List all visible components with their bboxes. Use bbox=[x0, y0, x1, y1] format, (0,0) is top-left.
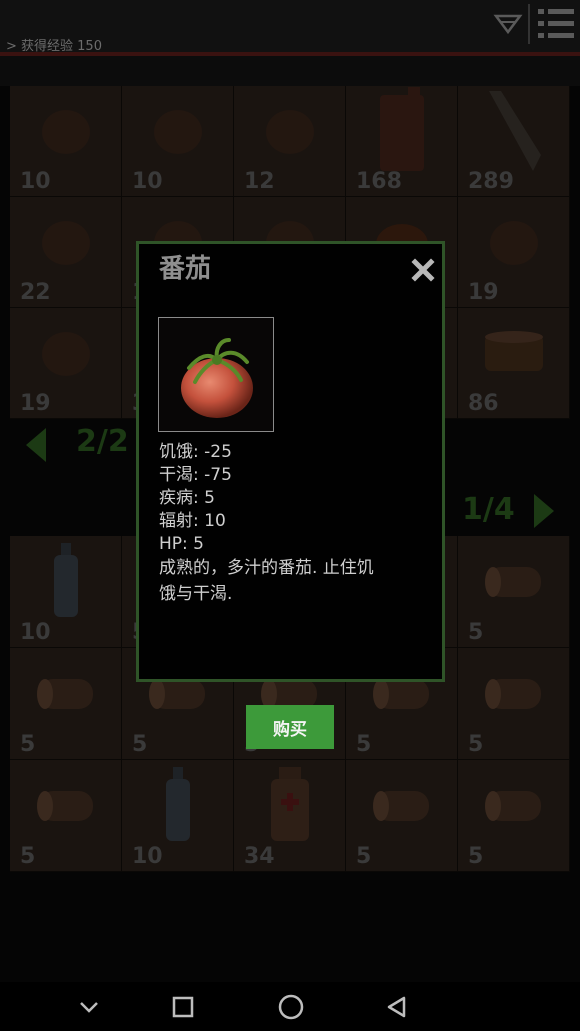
item-count: 5 bbox=[356, 844, 372, 869]
bandage-roll-icon bbox=[479, 781, 549, 833]
item-stats: 饥饿: -25 干渴: -75 疾病: 5 辐射: 10 HP: 5 bbox=[159, 441, 232, 556]
menu-list-icon[interactable] bbox=[536, 6, 576, 46]
item-count: 5 bbox=[20, 844, 36, 869]
inventory-slot[interactable]: 5 bbox=[346, 760, 458, 872]
inventory-slot[interactable]: 289 bbox=[458, 86, 570, 197]
bandage-roll-icon bbox=[31, 781, 101, 833]
inventory-slot[interactable]: 22 bbox=[10, 197, 122, 308]
item-count: 34 bbox=[244, 844, 275, 869]
close-icon[interactable] bbox=[411, 258, 435, 282]
item-count: 5 bbox=[132, 732, 148, 757]
item-count: 22 bbox=[20, 280, 51, 305]
next-page-arrow-icon[interactable] bbox=[534, 494, 554, 528]
item-count: 168 bbox=[356, 169, 402, 194]
chevron-down-icon[interactable] bbox=[76, 994, 102, 1020]
inventory-slot[interactable]: 5 bbox=[458, 648, 570, 760]
item-count: 10 bbox=[20, 169, 51, 194]
prev-page-arrow-icon[interactable] bbox=[26, 428, 46, 462]
inventory-slot[interactable]: 5 bbox=[458, 536, 570, 648]
item-count: 289 bbox=[468, 169, 514, 194]
inventory-slot[interactable]: 86 bbox=[458, 308, 570, 419]
crate-icon bbox=[36, 211, 96, 275]
bandage-roll-icon bbox=[479, 669, 549, 721]
inventory-slot[interactable]: 5 bbox=[10, 760, 122, 872]
inventory-slot[interactable]: 10 bbox=[122, 760, 234, 872]
mushroom-cluster-icon bbox=[484, 211, 544, 275]
bottle-icon bbox=[46, 541, 86, 625]
coat-icon bbox=[148, 100, 208, 164]
item-detail-dialog: 番茄 饥饿: -25 干渴: -75 疾病: 5 辐射: 10 HP: 5 成熟的，多汁… bbox=[136, 241, 445, 682]
inventory-slot[interactable]: 12 bbox=[234, 86, 346, 197]
inventory-slot[interactable]: 10 bbox=[10, 86, 122, 197]
bottle-icon bbox=[158, 765, 198, 849]
item-count: 19 bbox=[20, 391, 51, 416]
item-count: 19 bbox=[468, 280, 499, 305]
back-triangle-icon[interactable] bbox=[384, 994, 410, 1020]
inventory-slot[interactable]: 19 bbox=[10, 308, 122, 419]
stat-line: HP: 5 bbox=[159, 534, 204, 554]
item-count: 5 bbox=[468, 732, 484, 757]
item-count: 5 bbox=[20, 732, 36, 757]
item-count: 12 bbox=[244, 169, 275, 194]
item-title: 番茄 bbox=[159, 254, 212, 284]
tin-can-icon bbox=[479, 327, 549, 381]
inventory-slot[interactable]: 10 bbox=[10, 536, 122, 648]
item-count: 10 bbox=[132, 844, 163, 869]
bandage-roll-icon bbox=[31, 669, 101, 721]
item-count: 86 bbox=[468, 391, 499, 416]
system-nav-bar bbox=[0, 982, 580, 1031]
stat-line: 干渴: -75 bbox=[159, 465, 232, 485]
stat-line: 饥饿: -25 bbox=[159, 442, 232, 462]
hair-icon bbox=[36, 100, 96, 164]
background-strip bbox=[0, 56, 580, 86]
top-bar: > 获得经验 150 bbox=[0, 0, 580, 56]
inventory-slot[interactable]: 34 bbox=[234, 760, 346, 872]
mushroom-icon bbox=[36, 322, 96, 386]
buy-button[interactable]: 购买 bbox=[246, 705, 334, 749]
item-count: 5 bbox=[468, 844, 484, 869]
separator bbox=[527, 4, 531, 48]
inventory-slot[interactable]: 168 bbox=[346, 86, 458, 197]
recents-square-icon[interactable] bbox=[170, 994, 196, 1020]
bandage-roll-icon bbox=[367, 781, 437, 833]
stat-line: 辐射: 10 bbox=[159, 511, 226, 531]
knife-icon bbox=[479, 85, 549, 179]
medicine-jar-icon bbox=[265, 765, 315, 849]
stat-line: 疾病: 5 bbox=[159, 488, 215, 508]
inventory-slot[interactable]: 19 bbox=[458, 197, 570, 308]
inventory-slot[interactable]: 5 bbox=[10, 648, 122, 760]
left-page-indicator: 2/2 bbox=[76, 424, 129, 459]
home-circle-icon[interactable] bbox=[276, 992, 306, 1022]
item-count: 10 bbox=[132, 169, 163, 194]
item-count: 10 bbox=[20, 620, 51, 645]
item-count: 5 bbox=[468, 620, 484, 645]
item-count: 5 bbox=[356, 732, 372, 757]
right-page-indicator: 1/4 bbox=[462, 492, 515, 527]
canister-icon bbox=[374, 85, 430, 179]
tomato-icon bbox=[181, 338, 253, 418]
hair-icon bbox=[260, 100, 320, 164]
item-portrait bbox=[158, 317, 274, 432]
item-description: 成熟的，多汁的番茄. 止住饥饿与干渴. bbox=[159, 558, 374, 604]
bandage-roll-icon bbox=[479, 557, 549, 609]
filter-dropdown-icon[interactable] bbox=[492, 6, 524, 42]
inventory-slot[interactable]: 10 bbox=[122, 86, 234, 197]
inventory-slot[interactable]: 5 bbox=[458, 760, 570, 872]
